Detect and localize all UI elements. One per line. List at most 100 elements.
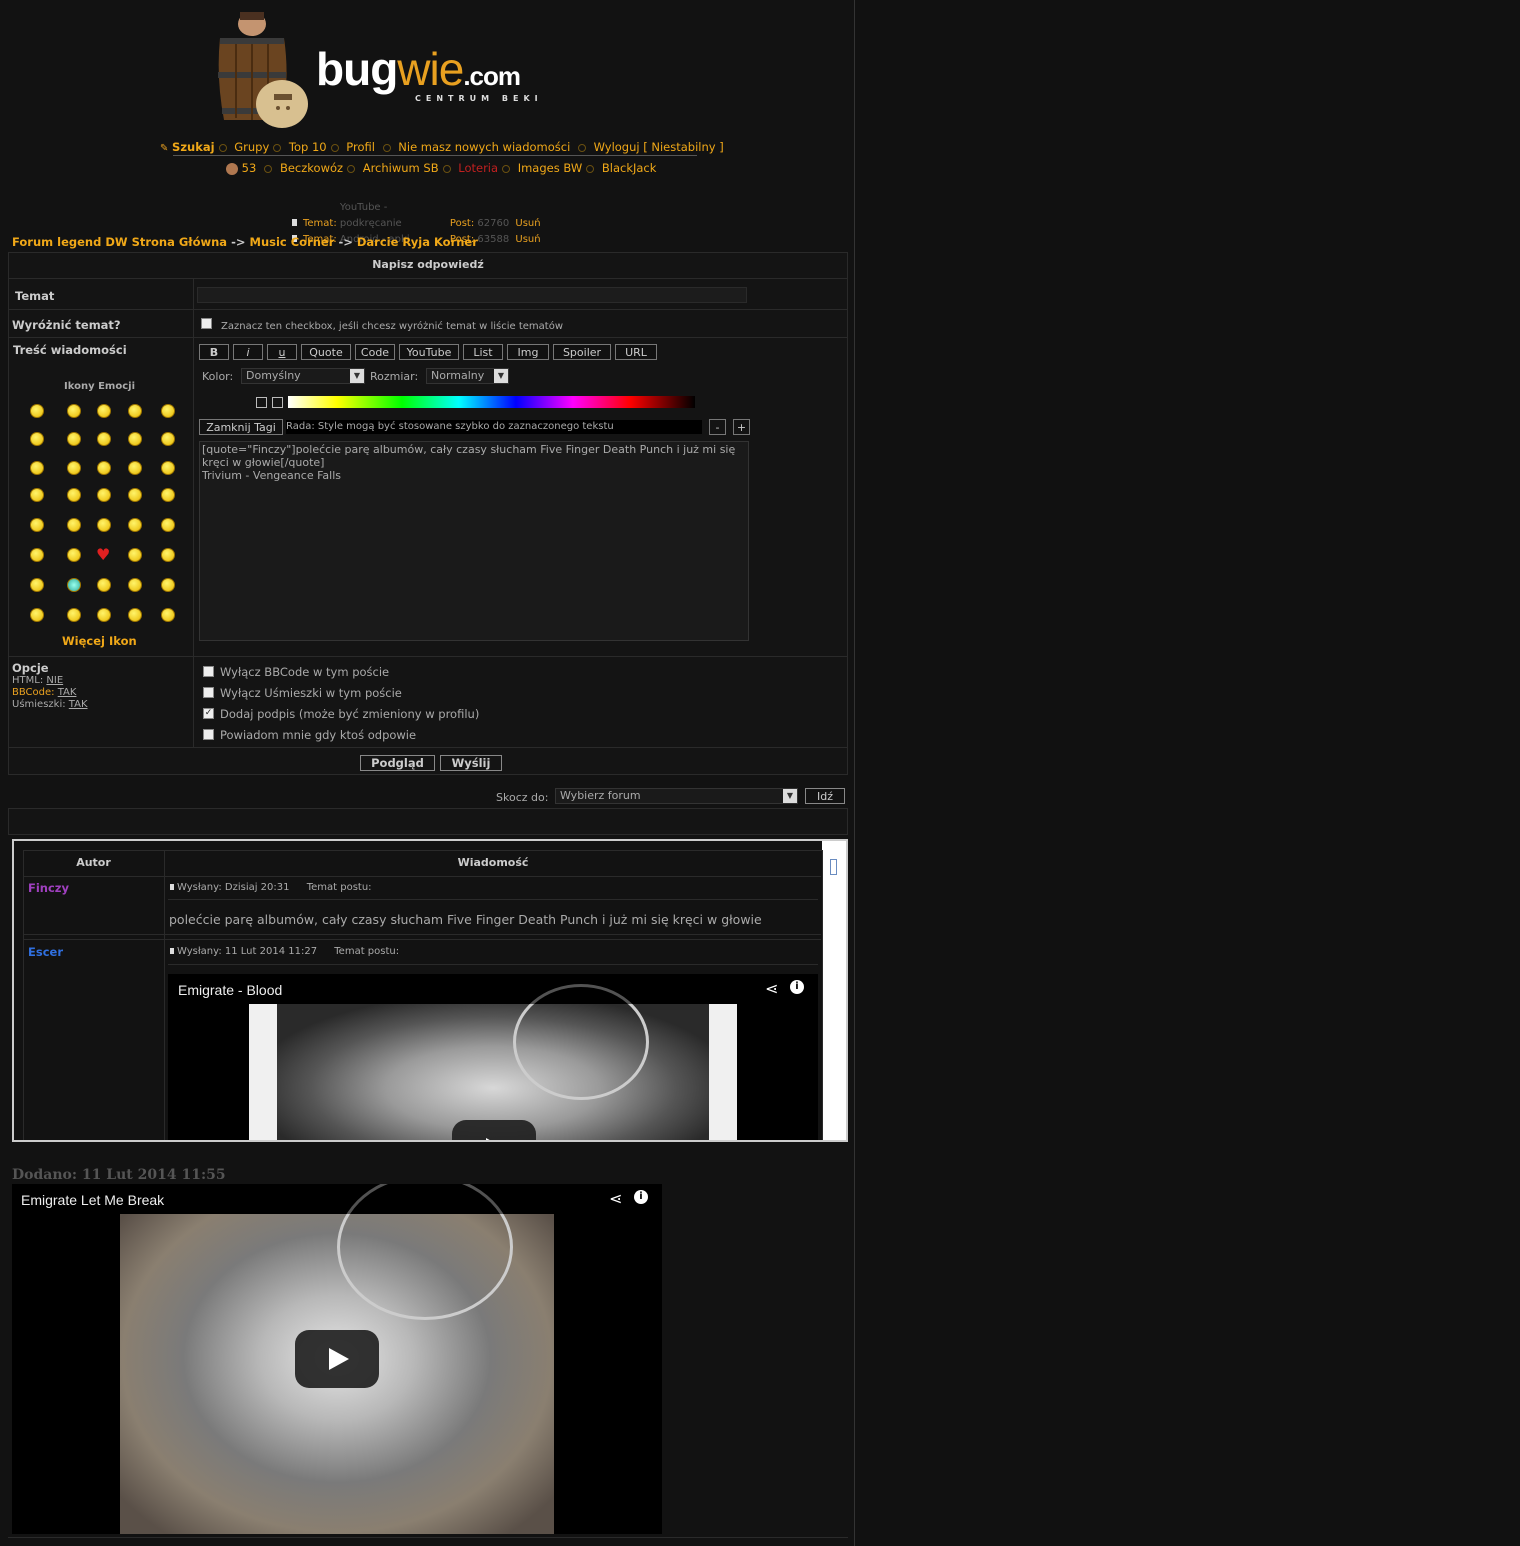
smiley-icon[interactable] xyxy=(161,461,175,475)
color-palette[interactable] xyxy=(288,396,695,408)
message-textarea[interactable] xyxy=(199,441,749,641)
smiley-icon[interactable] xyxy=(67,461,81,475)
remove-link[interactable]: Usuń xyxy=(515,218,540,229)
code-button[interactable]: Code xyxy=(355,344,395,360)
bold-button[interactable]: B xyxy=(199,344,229,360)
color-swatch-black[interactable] xyxy=(256,397,267,408)
img-button[interactable]: Img xyxy=(507,344,549,360)
youtube-embed[interactable]: Emigrate Let Me Break ⋖ i xyxy=(12,1184,662,1534)
jump-select[interactable]: Wybierz forum ▼ xyxy=(555,788,798,804)
smiley-icon[interactable] xyxy=(67,404,81,418)
smiley-icon[interactable] xyxy=(128,548,142,562)
nav-groups[interactable]: Grupy xyxy=(234,140,269,154)
url-button[interactable]: URL xyxy=(615,344,657,360)
smiley-icon[interactable] xyxy=(30,461,44,475)
smilies-status[interactable]: TAK xyxy=(69,699,88,710)
play-icon[interactable] xyxy=(295,1330,379,1388)
smiley-icon[interactable] xyxy=(97,608,111,622)
highlight-checkbox[interactable] xyxy=(201,318,212,329)
italic-button[interactable]: i xyxy=(233,344,263,360)
remove-link[interactable]: Usuń xyxy=(515,234,540,245)
smiley-icon[interactable] xyxy=(97,518,111,532)
nav-search[interactable]: Szukaj xyxy=(172,140,215,154)
smiley-icon[interactable] xyxy=(30,578,44,592)
smiley-icon[interactable] xyxy=(30,608,44,622)
breadcrumb-topic[interactable]: Darcie Ryja Korner xyxy=(357,235,478,249)
smiley-icon[interactable] xyxy=(161,578,175,592)
nav-lottery[interactable]: Loteria xyxy=(458,161,498,175)
scrollbar-thumb[interactable] xyxy=(830,859,837,875)
youtube-button[interactable]: YouTube xyxy=(399,344,459,360)
nav-archive[interactable]: Archiwum SB xyxy=(363,161,439,175)
nav-profile[interactable]: Profil xyxy=(346,140,375,154)
signature-checkbox[interactable]: ✓ xyxy=(203,708,214,719)
smiley-icon[interactable] xyxy=(97,461,111,475)
play-icon[interactable] xyxy=(452,1120,536,1140)
smiley-icon[interactable] xyxy=(128,608,142,622)
jump-go-button[interactable]: Idź xyxy=(805,788,845,804)
nav-top10[interactable]: Top 10 xyxy=(289,140,327,154)
info-icon[interactable]: i xyxy=(634,1190,648,1204)
youtube-embed[interactable]: Emigrate - Blood ⋖ i xyxy=(168,974,818,1140)
nav-beczkowoz[interactable]: Beczkowóz xyxy=(280,161,343,175)
smiley-icon[interactable] xyxy=(128,578,142,592)
smiley-icon[interactable] xyxy=(97,432,111,446)
smiley-icon[interactable] xyxy=(30,488,44,502)
smiley-icon[interactable] xyxy=(30,432,44,446)
breadcrumb-home[interactable]: Forum legend DW Strona Główna xyxy=(12,235,227,249)
notify-checkbox[interactable] xyxy=(203,729,214,740)
underline-button[interactable]: u xyxy=(267,344,297,360)
smiley-icon[interactable] xyxy=(67,488,81,502)
quote-button[interactable]: Quote xyxy=(301,344,351,360)
smiley-icon[interactable] xyxy=(161,518,175,532)
review-scrollbar[interactable] xyxy=(822,841,846,1140)
info-icon[interactable]: i xyxy=(790,980,804,994)
smiley-icon[interactable] xyxy=(161,548,175,562)
share-icon[interactable]: ⋖ xyxy=(765,979,778,998)
smiley-icon[interactable] xyxy=(128,488,142,502)
watched-post[interactable]: 63588 xyxy=(477,232,515,248)
color-swatch-white[interactable] xyxy=(272,397,283,408)
smiley-icon[interactable] xyxy=(128,518,142,532)
smiley-icon[interactable] xyxy=(30,548,44,562)
more-icons-link[interactable]: Więcej Ikon xyxy=(62,634,137,648)
smiley-icon[interactable] xyxy=(97,488,111,502)
grow-button[interactable]: + xyxy=(733,419,750,435)
smiley-icon[interactable] xyxy=(67,608,81,622)
html-status[interactable]: NIE xyxy=(46,675,63,686)
nav-messages[interactable]: Nie masz nowych wiadomości xyxy=(398,140,570,154)
smiley-icon[interactable] xyxy=(128,404,142,418)
nav-images[interactable]: Images BW xyxy=(518,161,583,175)
smiley-icon[interactable] xyxy=(161,432,175,446)
send-button[interactable]: Wyślij xyxy=(440,755,502,771)
bbcode-status[interactable]: TAK xyxy=(58,687,77,698)
preview-button[interactable]: Podgląd xyxy=(360,755,435,771)
smiley-icon[interactable] xyxy=(67,548,81,562)
smiley-icon[interactable] xyxy=(67,578,81,592)
video-title[interactable]: Emigrate - Blood xyxy=(178,982,282,998)
spoiler-button[interactable]: Spoiler xyxy=(553,344,611,360)
post-author[interactable]: Finczy xyxy=(28,881,69,895)
nav-blackjack[interactable]: BlackJack xyxy=(602,161,657,175)
nav-logout[interactable]: Wyloguj [ Niestabilny ] xyxy=(594,140,724,154)
smiley-icon[interactable] xyxy=(67,432,81,446)
breadcrumb-forum[interactable]: Music Corner xyxy=(250,235,335,249)
video-title[interactable]: Emigrate Let Me Break xyxy=(21,1192,164,1208)
color-select[interactable]: Domyślny ▼ xyxy=(241,368,365,384)
smiley-icon[interactable] xyxy=(97,404,111,418)
smiley-icon[interactable] xyxy=(161,488,175,502)
watched-topic[interactable]: YouTube - podkręcanie xyxy=(340,200,450,232)
smiley-icon[interactable] xyxy=(161,608,175,622)
site-logo[interactable]: bugwie.com CENTRUM BEKI xyxy=(212,8,572,130)
close-tags-button[interactable]: Zamknij Tagi xyxy=(199,419,283,435)
post-author[interactable]: Escer xyxy=(28,945,63,959)
smiley-icon[interactable] xyxy=(97,578,111,592)
list-button[interactable]: List xyxy=(463,344,503,360)
smiley-icon[interactable] xyxy=(30,518,44,532)
size-select[interactable]: Normalny ▼ xyxy=(426,368,509,384)
user-counter[interactable]: 53 xyxy=(242,161,257,175)
smiley-icon[interactable] xyxy=(30,404,44,418)
watched-post[interactable]: 62760 xyxy=(477,216,515,232)
smiley-icon[interactable] xyxy=(128,432,142,446)
smiley-icon[interactable] xyxy=(128,461,142,475)
